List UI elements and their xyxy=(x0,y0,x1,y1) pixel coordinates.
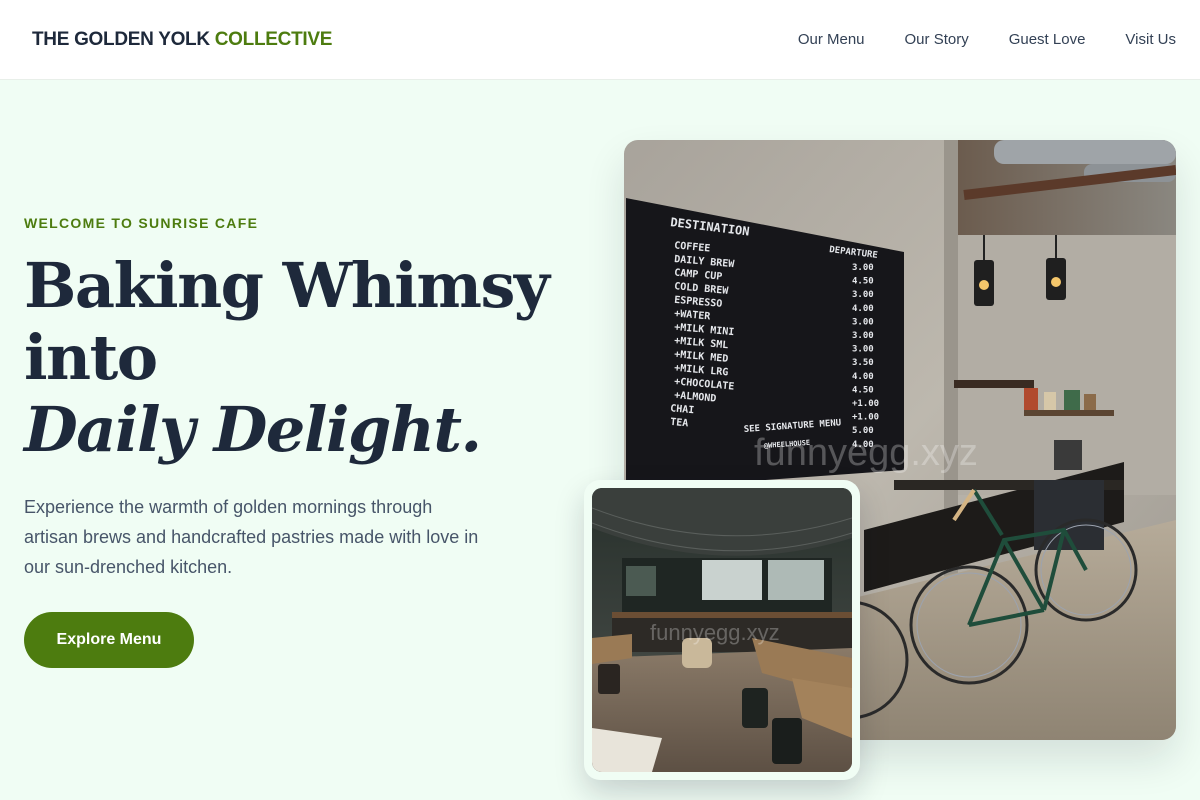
main-photo-watermark: funnyegg.xyz xyxy=(754,432,978,474)
board-price: 3.00 xyxy=(852,290,874,300)
headline-line-1: Baking Whimsy xyxy=(24,249,550,322)
board-price: 4.50 xyxy=(852,277,874,287)
nav-link-our-story[interactable]: Our Story xyxy=(905,31,969,48)
headline-line-3: Daily Delight. xyxy=(24,393,482,466)
cafe-dining-photo: funnyegg.xyz xyxy=(592,488,852,772)
cafe-dining-photo-card: funnyegg.xyz xyxy=(584,480,860,780)
explore-menu-button[interactable]: Explore Menu xyxy=(24,612,194,668)
board-price: 3.00 xyxy=(852,263,874,273)
logo-accent-text: COLLECTIVE xyxy=(214,28,333,50)
cafe-dining-illustration: funnyegg.xyz xyxy=(592,488,852,772)
board-price: 3.00 xyxy=(852,331,874,341)
board-price: 4.00 xyxy=(852,304,874,314)
board-item: CHAI xyxy=(670,403,695,416)
board-price: 4.50 xyxy=(852,385,874,395)
board-price: 4.00 xyxy=(852,372,874,382)
board-price: +1.00 xyxy=(852,413,879,423)
logo-main-text: THE GOLDEN YOLK xyxy=(32,28,210,50)
hero-eyebrow: WELCOME TO SUNRISE CAFE xyxy=(24,215,259,231)
site-header: THE GOLDEN YOLK COLLECTIVE Our Menu Our … xyxy=(0,0,1200,80)
nav-link-visit-us[interactable]: Visit Us xyxy=(1125,31,1176,48)
hero-headline: Baking Whimsy into Daily Delight. xyxy=(24,250,584,466)
nav-link-guest-love[interactable]: Guest Love xyxy=(1009,31,1086,48)
main-nav: Our Menu Our Story Guest Love Visit Us xyxy=(798,31,1176,48)
hero-subcopy: Experience the warmth of golden mornings… xyxy=(24,497,479,577)
nav-link-our-menu[interactable]: Our Menu xyxy=(798,31,865,48)
headline-line-2: into xyxy=(24,321,158,394)
board-price: 3.50 xyxy=(852,358,874,368)
brand-logo[interactable]: THE GOLDEN YOLK COLLECTIVE xyxy=(32,29,332,51)
board-item: TEA xyxy=(670,417,689,430)
board-price: 3.00 xyxy=(852,345,874,355)
board-price: +1.00 xyxy=(852,399,879,409)
board-price: 3.00 xyxy=(852,317,874,327)
inset-photo-watermark: funnyegg.xyz xyxy=(650,620,780,645)
